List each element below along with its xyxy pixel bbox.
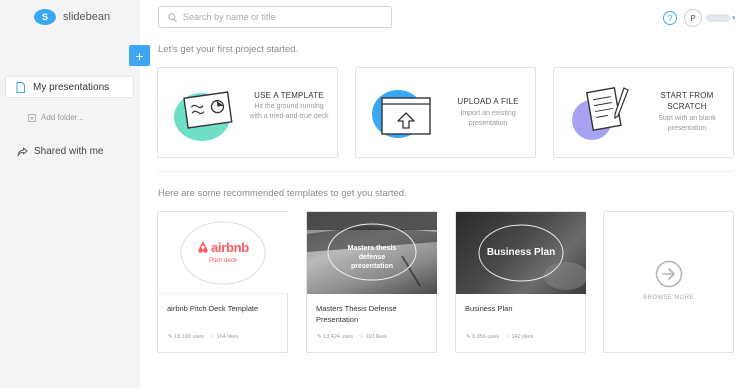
sidebar-item-my-presentations[interactable]: My presentations [5,76,134,98]
search-icon [168,12,177,22]
arrow-right-circle-icon [655,260,683,288]
sidebar-item-shared[interactable]: Shared with me [17,146,103,157]
likes-count: ♡ 110 likes [359,334,387,340]
upload-illustration-icon [372,90,431,138]
template-stats: ✎ 8,956 uses ♡ 142 likes [466,334,533,340]
template-stats: ✎ 18,189 uses ♡ 164 likes [168,334,238,340]
add-folder-icon [28,113,36,122]
sidebar-item-label: My presentations [33,81,110,93]
card-title: USE A TEMPLATE [254,91,324,100]
user-name-placeholder[interactable] [706,14,730,22]
template-card-masters-thesis[interactable]: Masters thesis defense presentation Mast… [306,211,437,353]
template-stats: ✎ 13,424 uses ♡ 110 likes [317,334,387,340]
upload-file-card[interactable]: UPLOAD A FILE Import an existing present… [355,67,536,158]
uses-count: ✎ 18,189 uses [168,334,205,340]
app-logo[interactable]: S slidebean [34,9,110,25]
card-description: Hit the ground running with a tried-and-… [249,103,329,120]
template-name[interactable]: Masters Thesis Defense Presentation [316,303,431,325]
uses-count: ✎ 8,956 uses [466,334,500,340]
sidebar-item-label: Add folder... [41,113,84,122]
use-template-card[interactable]: USE A TEMPLATE Hit the ground running wi… [157,67,338,158]
help-icon[interactable]: ? [663,11,677,25]
search-bar[interactable] [158,6,392,28]
card-description: Import an existing presentation [460,110,516,127]
thumbnail-title: Masters thesis defense presentation [347,245,397,270]
account-area: ? P ▾ [663,9,736,27]
chevron-down-icon[interactable]: ▾ [732,14,736,22]
browse-more-card[interactable]: BROWSE MORE [603,211,734,353]
likes-count: ♡ 164 likes [210,334,239,340]
thumbnail-title: airbnb [211,240,249,255]
share-icon [17,147,28,156]
sidebar: S slidebean My presentations Add folder.… [0,0,140,388]
sidebar-item-label: Shared with me [34,146,104,157]
template-card-airbnb[interactable]: airbnb Pitch deck airbnb Pitch Deck Temp… [157,211,288,353]
browse-more-label: BROWSE MORE [643,295,694,301]
template-thumbnail[interactable]: airbnb Pitch deck [158,212,288,294]
airbnb-logo-icon [198,241,208,253]
sidebar-item-add-folder[interactable]: Add folder... [28,113,84,122]
thumbnail-subtitle: Pitch deck [209,258,237,264]
new-presentation-button[interactable]: + [129,45,150,66]
template-illustration-icon [174,91,233,141]
template-card-business-plan[interactable]: Business Plan Business Plan ✎ 8,956 uses… [455,211,586,353]
start-section-title: Let's get your first project started. [158,44,299,55]
template-thumbnail[interactable]: Masters thesis defense presentation [307,212,437,294]
template-name[interactable]: airbnb Pitch Deck Template [167,303,282,314]
search-input[interactable] [183,12,383,22]
templates-section-title: Here are some recommended templates to g… [158,188,407,199]
card-title: START FROM SCRATCH [660,91,714,111]
template-name[interactable]: Business Plan [465,303,580,314]
card-description: Start with an blank presentation [658,115,716,132]
likes-count: ♡ 142 likes [505,334,534,340]
avatar[interactable]: P [684,9,702,27]
scratch-illustration-icon [572,87,629,140]
template-thumbnail[interactable]: Business Plan [456,212,586,294]
card-title: UPLOAD A FILE [457,97,519,106]
document-icon [16,81,25,93]
thumbnail-title: Business Plan [486,247,556,258]
section-divider [158,171,734,172]
app-name: slidebean [63,11,111,23]
uses-count: ✎ 13,424 uses [317,334,354,340]
logo-mark: S [34,9,56,25]
start-from-scratch-card[interactable]: START FROM SCRATCH Start with an blank p… [553,67,734,158]
